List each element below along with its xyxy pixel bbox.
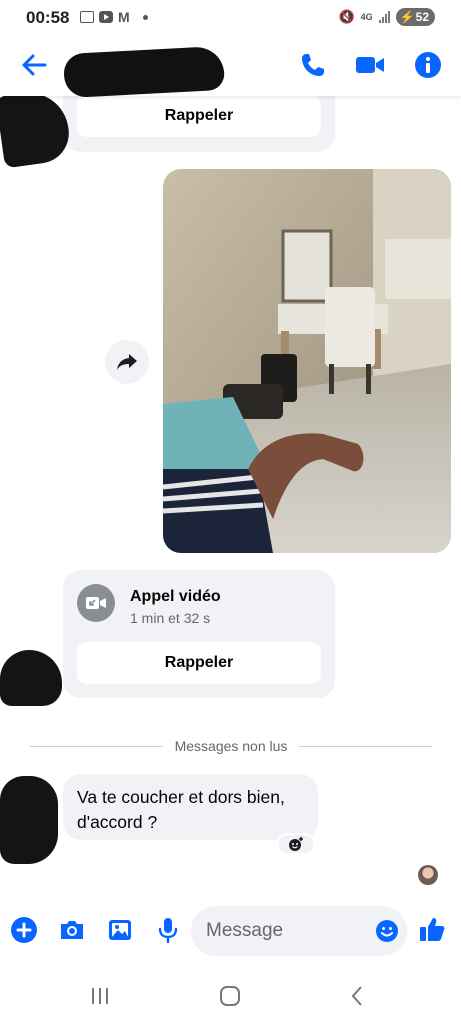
emoji-icon[interactable] bbox=[375, 919, 399, 943]
divider-line bbox=[299, 745, 432, 747]
video-call-card: Appel vidéo 1 min et 32 s Rappeler bbox=[63, 570, 335, 698]
signal-icon bbox=[378, 11, 390, 23]
phone-icon[interactable] bbox=[298, 50, 328, 80]
add-reaction-button[interactable] bbox=[277, 833, 315, 855]
unread-divider: Messages non lus bbox=[30, 737, 432, 755]
room-photo bbox=[163, 169, 451, 553]
system-navigation-bar bbox=[0, 972, 461, 1024]
missed-video-call-icon bbox=[77, 584, 115, 622]
callback-button[interactable]: Rappeler bbox=[77, 642, 321, 684]
back-nav-icon[interactable] bbox=[346, 984, 370, 1008]
share-arrow-icon bbox=[117, 354, 137, 370]
conversation-header bbox=[0, 34, 461, 99]
info-icon[interactable] bbox=[413, 50, 443, 80]
gallery-icon[interactable] bbox=[106, 916, 134, 944]
battery-level: 52 bbox=[415, 10, 429, 24]
gmail-icon: M bbox=[118, 9, 130, 25]
message-input[interactable]: Message bbox=[191, 906, 407, 956]
photo-message[interactable] bbox=[163, 169, 451, 553]
avatar-redacted bbox=[0, 776, 58, 864]
divider-line bbox=[30, 745, 163, 747]
avatar-redacted bbox=[0, 87, 73, 169]
more-notifications-icon bbox=[142, 14, 148, 20]
text-message[interactable]: Va te coucher et dors bien, d'accord ? bbox=[63, 774, 318, 840]
notification-icons: M bbox=[80, 9, 148, 25]
avatar-redacted bbox=[0, 650, 62, 706]
home-icon[interactable] bbox=[218, 984, 242, 1008]
unread-label: Messages non lus bbox=[174, 738, 288, 754]
add-reaction-icon bbox=[289, 837, 303, 851]
camera-icon[interactable] bbox=[58, 916, 86, 944]
plus-icon[interactable] bbox=[10, 916, 38, 944]
youtube-icon bbox=[99, 11, 113, 23]
network-type: 4G bbox=[360, 11, 373, 22]
mute-icon: 🔇 bbox=[338, 9, 355, 24]
call-title: Appel vidéo bbox=[130, 588, 221, 605]
message-placeholder: Message bbox=[206, 920, 284, 941]
battery-indicator: ⚡ 52 bbox=[395, 8, 435, 26]
video-camera-icon[interactable] bbox=[355, 50, 385, 80]
system-icons: 🔇 4G ⚡ 52 bbox=[338, 8, 435, 26]
calendar-icon bbox=[80, 11, 94, 23]
callback-button[interactable]: Rappeler bbox=[77, 95, 321, 137]
message-composer: Message bbox=[0, 900, 461, 962]
contact-name-redacted[interactable] bbox=[62, 45, 226, 99]
battery-bolt-icon: ⚡ bbox=[399, 10, 415, 24]
status-bar: 00:58 M 🔇 4G ⚡ 52 bbox=[0, 0, 461, 34]
thumbs-up-icon[interactable] bbox=[418, 915, 446, 943]
seen-avatar bbox=[418, 865, 438, 885]
share-button[interactable] bbox=[105, 340, 149, 384]
call-duration: 1 min et 32 s bbox=[130, 610, 211, 626]
back-arrow-icon[interactable] bbox=[20, 52, 48, 78]
recent-apps-icon[interactable] bbox=[88, 984, 112, 1008]
status-time: 00:58 bbox=[26, 8, 70, 27]
microphone-icon[interactable] bbox=[154, 916, 182, 944]
